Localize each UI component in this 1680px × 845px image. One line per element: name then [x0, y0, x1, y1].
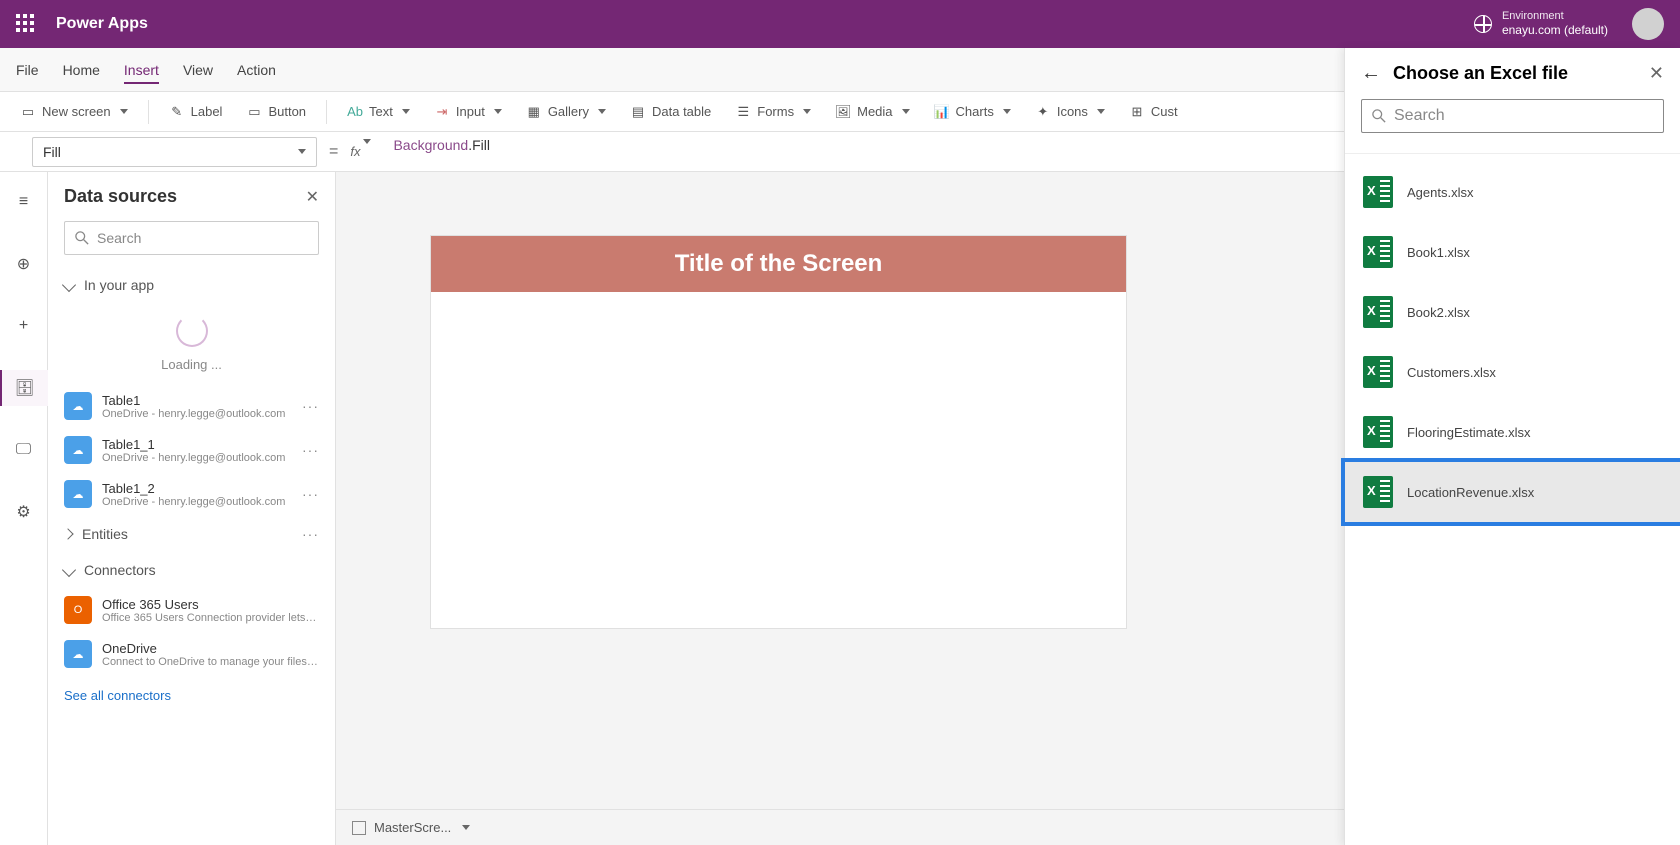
checkbox[interactable] [352, 821, 366, 835]
input-icon: ⇥ [434, 104, 450, 120]
charts-menu[interactable]: 📊Charts [926, 100, 1019, 124]
globe-icon [1474, 15, 1492, 33]
excel-file-item[interactable]: LocationRevenue.xlsx [1345, 462, 1680, 522]
table-icon: ▤ [630, 104, 646, 120]
user-avatar[interactable] [1632, 8, 1664, 40]
custom-icon: ⊞ [1129, 104, 1145, 120]
waffle-icon[interactable] [16, 14, 36, 34]
search-icon [1372, 109, 1386, 123]
rail-add-icon[interactable]: + [0, 308, 48, 344]
pane-title: Data sources [64, 186, 177, 207]
button-button[interactable]: ▭Button [238, 100, 314, 124]
excel-icon [1363, 236, 1393, 268]
connector-item[interactable]: O Office 365 UsersOffice 365 Users Conne… [48, 588, 335, 632]
menu-action[interactable]: Action [237, 62, 276, 78]
button-icon: ▭ [246, 104, 262, 120]
onedrive-icon: ☁ [64, 392, 92, 420]
connectors-section[interactable]: Connectors [48, 552, 335, 588]
brand-label: Power Apps [56, 15, 148, 33]
data-sources-pane: Data sources ✕ Search In your app Loadin… [48, 172, 336, 845]
screen-selector[interactable]: MasterScre... [374, 820, 451, 835]
fx-label[interactable]: fx [350, 144, 371, 159]
chevron-right-icon [62, 528, 73, 539]
media-icon: 🖼 [835, 104, 851, 120]
o365-icon: O [64, 596, 92, 624]
search-input[interactable]: Search [64, 221, 319, 255]
equals-label: = [329, 143, 338, 161]
chevron-down-icon [62, 563, 76, 577]
label-button[interactable]: ✎Label [161, 100, 231, 124]
file-list: Agents.xlsxBook1.xlsxBook2.xlsxCustomers… [1345, 162, 1680, 522]
menu-home[interactable]: Home [63, 62, 100, 78]
app-topbar: Power Apps Environment enayu.com (defaul… [0, 0, 1680, 48]
panel-title: Choose an Excel file [1393, 63, 1637, 84]
back-button[interactable]: ← [1361, 62, 1381, 85]
gallery-menu[interactable]: ▦Gallery [518, 100, 614, 124]
in-your-app-section[interactable]: In your app [48, 267, 335, 303]
icons-menu[interactable]: ✦Icons [1027, 100, 1113, 124]
more-icon[interactable]: ··· [302, 486, 319, 502]
menu-insert[interactable]: Insert [124, 62, 159, 84]
rail-advanced-icon[interactable]: ⚙ [0, 494, 48, 530]
chevron-down-icon [462, 825, 470, 830]
text-menu[interactable]: AbText [339, 100, 418, 124]
excel-file-picker-panel: ← Choose an Excel file ✕ Search Agents.x… [1344, 48, 1680, 845]
more-icon[interactable]: ··· [302, 442, 319, 458]
chevron-down-icon [62, 278, 76, 292]
onedrive-icon: ☁ [64, 436, 92, 464]
rail-tree-icon[interactable]: ≡ [0, 184, 48, 220]
environment-picker[interactable]: Environment enayu.com (default) [1502, 10, 1608, 38]
new-screen-button[interactable]: ▭New screen [12, 100, 136, 124]
see-all-connectors-link[interactable]: See all connectors [48, 676, 335, 715]
close-icon[interactable]: ✕ [1649, 63, 1664, 84]
excel-file-item[interactable]: Customers.xlsx [1345, 342, 1680, 402]
menu-view[interactable]: View [183, 62, 213, 78]
label-icon: ✎ [169, 104, 185, 120]
rail-data-icon[interactable]: 🗄 [0, 370, 48, 406]
chevron-down-icon [120, 109, 128, 114]
excel-file-item[interactable]: FlooringEstimate.xlsx [1345, 402, 1680, 462]
property-dropdown[interactable]: Fill [32, 137, 317, 167]
onedrive-icon: ☁ [64, 480, 92, 508]
app-screen[interactable]: Title of the Screen [431, 236, 1126, 628]
spinner-icon [176, 315, 208, 347]
text-icon: Ab [347, 104, 363, 120]
close-icon[interactable]: ✕ [306, 187, 319, 207]
screen-title-banner[interactable]: Title of the Screen [431, 236, 1126, 292]
icons-icon: ✦ [1035, 104, 1051, 120]
input-menu[interactable]: ⇥Input [426, 100, 510, 124]
rail-insert-icon[interactable]: ⊕ [0, 246, 48, 282]
forms-menu[interactable]: ☰Forms [727, 100, 819, 124]
data-table-button[interactable]: ▤Data table [622, 100, 719, 124]
custom-menu[interactable]: ⊞Cust [1121, 100, 1186, 124]
excel-file-item[interactable]: Agents.xlsx [1345, 162, 1680, 222]
media-menu[interactable]: 🖼Media [827, 100, 917, 124]
loading-indicator: Loading ... [48, 303, 335, 384]
forms-icon: ☰ [735, 104, 751, 120]
excel-icon [1363, 176, 1393, 208]
left-rail: ≡ ⊕ + 🗄 🖵 ⚙ [0, 172, 48, 845]
file-search-input[interactable]: Search [1361, 99, 1664, 133]
entities-section[interactable]: Entities··· [48, 516, 335, 552]
more-icon[interactable]: ··· [302, 398, 319, 414]
charts-icon: 📊 [934, 104, 950, 120]
gallery-icon: ▦ [526, 104, 542, 120]
connector-item[interactable]: ☁ OneDriveConnect to OneDrive to manage … [48, 632, 335, 676]
data-source-item[interactable]: ☁ Table1OneDrive - henry.legge@outlook.c… [48, 384, 335, 428]
screen-icon: ▭ [20, 104, 36, 120]
excel-icon [1363, 476, 1393, 508]
excel-file-item[interactable]: Book2.xlsx [1345, 282, 1680, 342]
data-source-item[interactable]: ☁ Table1_2OneDrive - henry.legge@outlook… [48, 472, 335, 516]
onedrive-icon: ☁ [64, 640, 92, 668]
excel-icon [1363, 416, 1393, 448]
menu-file[interactable]: File [16, 62, 39, 78]
excel-icon [1363, 296, 1393, 328]
data-source-item[interactable]: ☁ Table1_1OneDrive - henry.legge@outlook… [48, 428, 335, 472]
excel-icon [1363, 356, 1393, 388]
excel-file-item[interactable]: Book1.xlsx [1345, 222, 1680, 282]
search-icon [75, 231, 89, 245]
rail-media-icon[interactable]: 🖵 [0, 432, 48, 468]
